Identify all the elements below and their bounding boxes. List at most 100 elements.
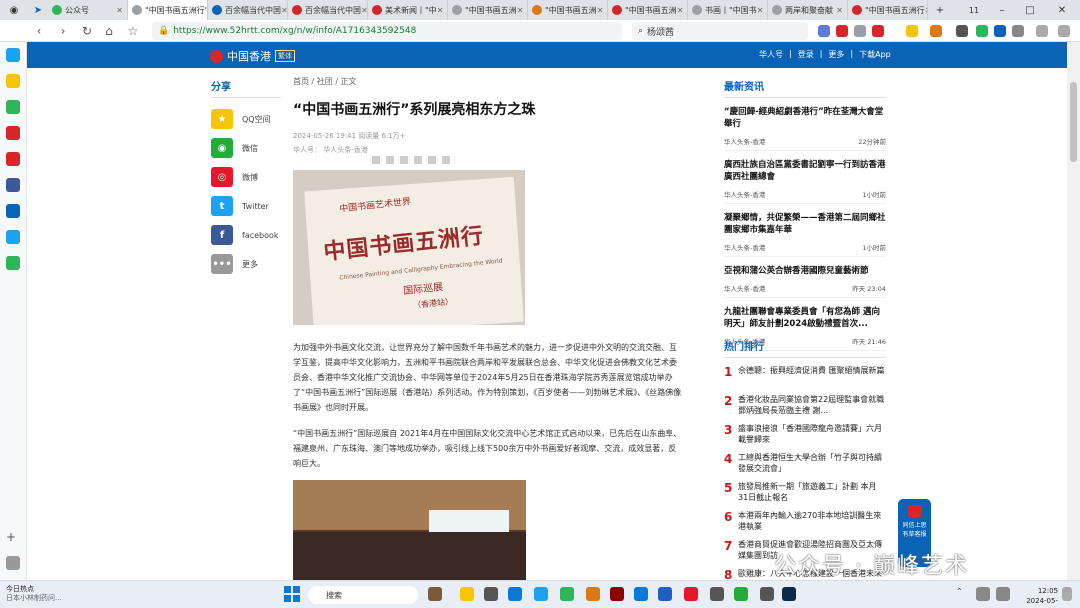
taskbar-app-icon[interactable]: [428, 587, 442, 601]
start-icon[interactable]: [284, 586, 300, 602]
collect-icon[interactable]: [414, 156, 422, 164]
sidebar-app-icon[interactable]: [6, 152, 20, 166]
news-headline[interactable]: 亞視和蒲公英合辦香港國際兒童藝術節: [724, 265, 886, 277]
extension-icon[interactable]: [976, 25, 988, 37]
tab-close-icon[interactable]: ✕: [437, 6, 444, 15]
maximize-icon[interactable]: □: [1018, 0, 1042, 20]
search-input[interactable]: ⌕ 杨颂茜: [632, 22, 808, 40]
tab-close-icon[interactable]: ✕: [677, 6, 684, 15]
font-size-icon[interactable]: [372, 156, 380, 164]
navigation-icon[interactable]: ➤: [26, 0, 50, 20]
share-qq空间[interactable]: ★ QQ空间: [211, 108, 281, 130]
tab-10[interactable]: "中国书画五洲行✕: [848, 0, 928, 20]
hot-headline[interactable]: 工總與香港恒生大學合辦「竹子與可持續發展交流會」: [738, 452, 886, 474]
tab-0[interactable]: 公众号 ✕: [48, 0, 128, 20]
tab-7[interactable]: "中国书画五洲 ✕: [608, 0, 688, 20]
apps-icon[interactable]: [956, 25, 968, 37]
tab-close-icon[interactable]: ✕: [281, 6, 287, 15]
home-icon[interactable]: ⌂: [100, 22, 118, 40]
hot-item[interactable]: 2 香港化妝品同業協會第22屆理監事會就職 鄧炳強局長蒞臨主禮 謝...: [724, 394, 886, 416]
traditional-chinese-toggle[interactable]: 繁体: [275, 50, 295, 62]
tab-close-icon[interactable]: ✕: [517, 6, 524, 15]
tab-close-icon[interactable]: ✕: [836, 6, 843, 15]
notification-icon[interactable]: [1062, 587, 1072, 601]
news-item[interactable]: 廣西壯族自治區黨委書記劉寧一行到訪香港廣西社團總會 华人头条-香港 1小时前: [724, 151, 886, 204]
tab-close-icon[interactable]: ✕: [361, 6, 367, 15]
hot-item[interactable]: 3 盛事浪接浪「香港國際龍舟邀請賽」六月載譽歸來: [724, 423, 886, 445]
tray-chevron-icon[interactable]: ⌃: [956, 587, 970, 601]
extension-icon[interactable]: [930, 25, 942, 37]
tab-4[interactable]: 美术新闻丨"中 ✕: [368, 0, 448, 20]
news-item[interactable]: 凝聚鄉情，共促繁榮——香港第二屆同鄉社團家鄉市集嘉年華 华人头条-香港 1小时前: [724, 204, 886, 257]
file-explorer-icon[interactable]: [460, 587, 474, 601]
taskbar-app-icon[interactable]: [586, 587, 600, 601]
volume-icon[interactable]: [996, 587, 1010, 601]
news-item[interactable]: 亞視和蒲公英合辦香港國際兒童藝術節 华人头条-香港 昨天 23:04: [724, 257, 886, 298]
site-logo[interactable]: 中国香港 繁体: [210, 48, 295, 64]
extension-icon[interactable]: [836, 25, 848, 37]
window-count-badge[interactable]: 11: [962, 0, 986, 20]
taskbar-app-icon[interactable]: [484, 587, 498, 601]
taskbar-app-icon[interactable]: [684, 587, 698, 601]
hot-item[interactable]: 6 本港兩年內輸入逾270非本地培訓醫生來港執業: [724, 510, 886, 532]
hot-item[interactable]: 1 佘德聰：振興經濟促消費 匯聚絕情展新篇: [724, 365, 886, 387]
tab-1[interactable]: "中国书画五洲行"✕: [128, 0, 208, 20]
tab-close-icon[interactable]: ✕: [757, 6, 764, 15]
extension-icon[interactable]: [994, 25, 1006, 37]
wifi-icon[interactable]: [976, 587, 990, 601]
wechat-icon[interactable]: [734, 587, 748, 601]
page-scrollbar[interactable]: [1067, 42, 1080, 580]
extension-icon[interactable]: [854, 25, 866, 37]
news-headline[interactable]: 凝聚鄉情，共促繁榮——香港第二屆同鄉社團家鄉市集嘉年華: [724, 212, 886, 236]
hot-headline[interactable]: 香港化妝品同業協會第22屆理監事會就職 鄧炳強局長蒞臨主禮 謝...: [738, 394, 886, 416]
news-source[interactable]: 华人头条-香港: [724, 283, 765, 293]
undo-icon[interactable]: [1036, 25, 1048, 37]
tab-8[interactable]: 书画丨"中国书 ✕: [688, 0, 768, 20]
taskbar-app-icon[interactable]: [760, 587, 774, 601]
minimize-icon[interactable]: –: [990, 0, 1014, 20]
edge-icon[interactable]: [508, 587, 522, 601]
sidebar-app-icon[interactable]: [6, 230, 20, 244]
sidebar-add-icon[interactable]: +: [6, 530, 20, 544]
sidebar-app-icon[interactable]: [6, 126, 20, 140]
sidebar-app-icon[interactable]: [6, 48, 20, 62]
news-source[interactable]: 华人头条-香港: [724, 242, 765, 252]
extension-icon[interactable]: [1012, 25, 1024, 37]
forward-icon[interactable]: ›: [54, 22, 72, 40]
hot-item[interactable]: 4 工總與香港恒生大學合辦「竹子與可持續發展交流會」: [724, 452, 886, 474]
url-input[interactable]: 🔒 https://www.52hrtt.com/xg/n/w/info/A171…: [152, 22, 622, 40]
share-facebook[interactable]: f facebook: [211, 224, 281, 246]
taskbar-app-icon[interactable]: [634, 587, 648, 601]
bookmark-star-icon[interactable]: ☆: [124, 22, 142, 40]
tab-2[interactable]: 百余幅当代中国 ✕: [208, 0, 288, 20]
report-icon[interactable]: [442, 156, 450, 164]
nav-login[interactable]: 登录: [798, 49, 814, 60]
news-headline[interactable]: “慶回歸-經典紹劇香港行”昨在荃灣大會堂舉行: [724, 106, 886, 130]
news-headline[interactable]: 九龍社團聯會專業委員會「有您為師 邁向明天」師友計劃2024啟動禮暨首次...: [724, 306, 886, 330]
tab-close-icon[interactable]: ✕: [597, 6, 604, 15]
nav-huarenhao[interactable]: 华人号: [759, 49, 783, 60]
back-icon[interactable]: ‹: [30, 22, 48, 40]
hot-headline[interactable]: 盛事浪接浪「香港國際龍舟邀請賽」六月載譽歸來: [738, 423, 886, 445]
share-更多[interactable]: ••• 更多: [211, 253, 281, 275]
browser-logo-icon[interactable]: ◉: [2, 0, 26, 20]
reload-icon[interactable]: ↻: [78, 22, 96, 40]
nav-download-app[interactable]: 下载App: [859, 49, 891, 60]
print-icon[interactable]: [386, 156, 394, 164]
sidebar-app-icon[interactable]: [6, 256, 20, 270]
breadcrumb[interactable]: 首页 / 社团 / 正文: [293, 76, 683, 87]
system-clock[interactable]: 12:05 2024-05-29: [1018, 586, 1058, 608]
share-icon[interactable]: [400, 156, 408, 164]
news-headline[interactable]: 廣西壯族自治區黨委書記劉寧一行到訪香港廣西社團總會: [724, 159, 886, 183]
illustrator-icon[interactable]: [610, 587, 624, 601]
article-source[interactable]: 华人号： 华人头条-香港: [293, 145, 683, 155]
extension-icon[interactable]: [906, 25, 918, 37]
extension-icon[interactable]: [872, 25, 884, 37]
news-widget[interactable]: 今日热点 日本小林制药问...: [6, 585, 62, 603]
tab-5[interactable]: "中国书画五洲 ✕: [448, 0, 528, 20]
new-tab-button[interactable]: +: [928, 0, 952, 20]
share-微信[interactable]: ◉ 微信: [211, 137, 281, 159]
taskbar-app-icon[interactable]: [710, 587, 724, 601]
hot-headline[interactable]: 旅發局推新一期「旅遊義工」計劃 本月31日截止報名: [738, 481, 886, 503]
browser-taskbar-icon[interactable]: [560, 587, 574, 601]
